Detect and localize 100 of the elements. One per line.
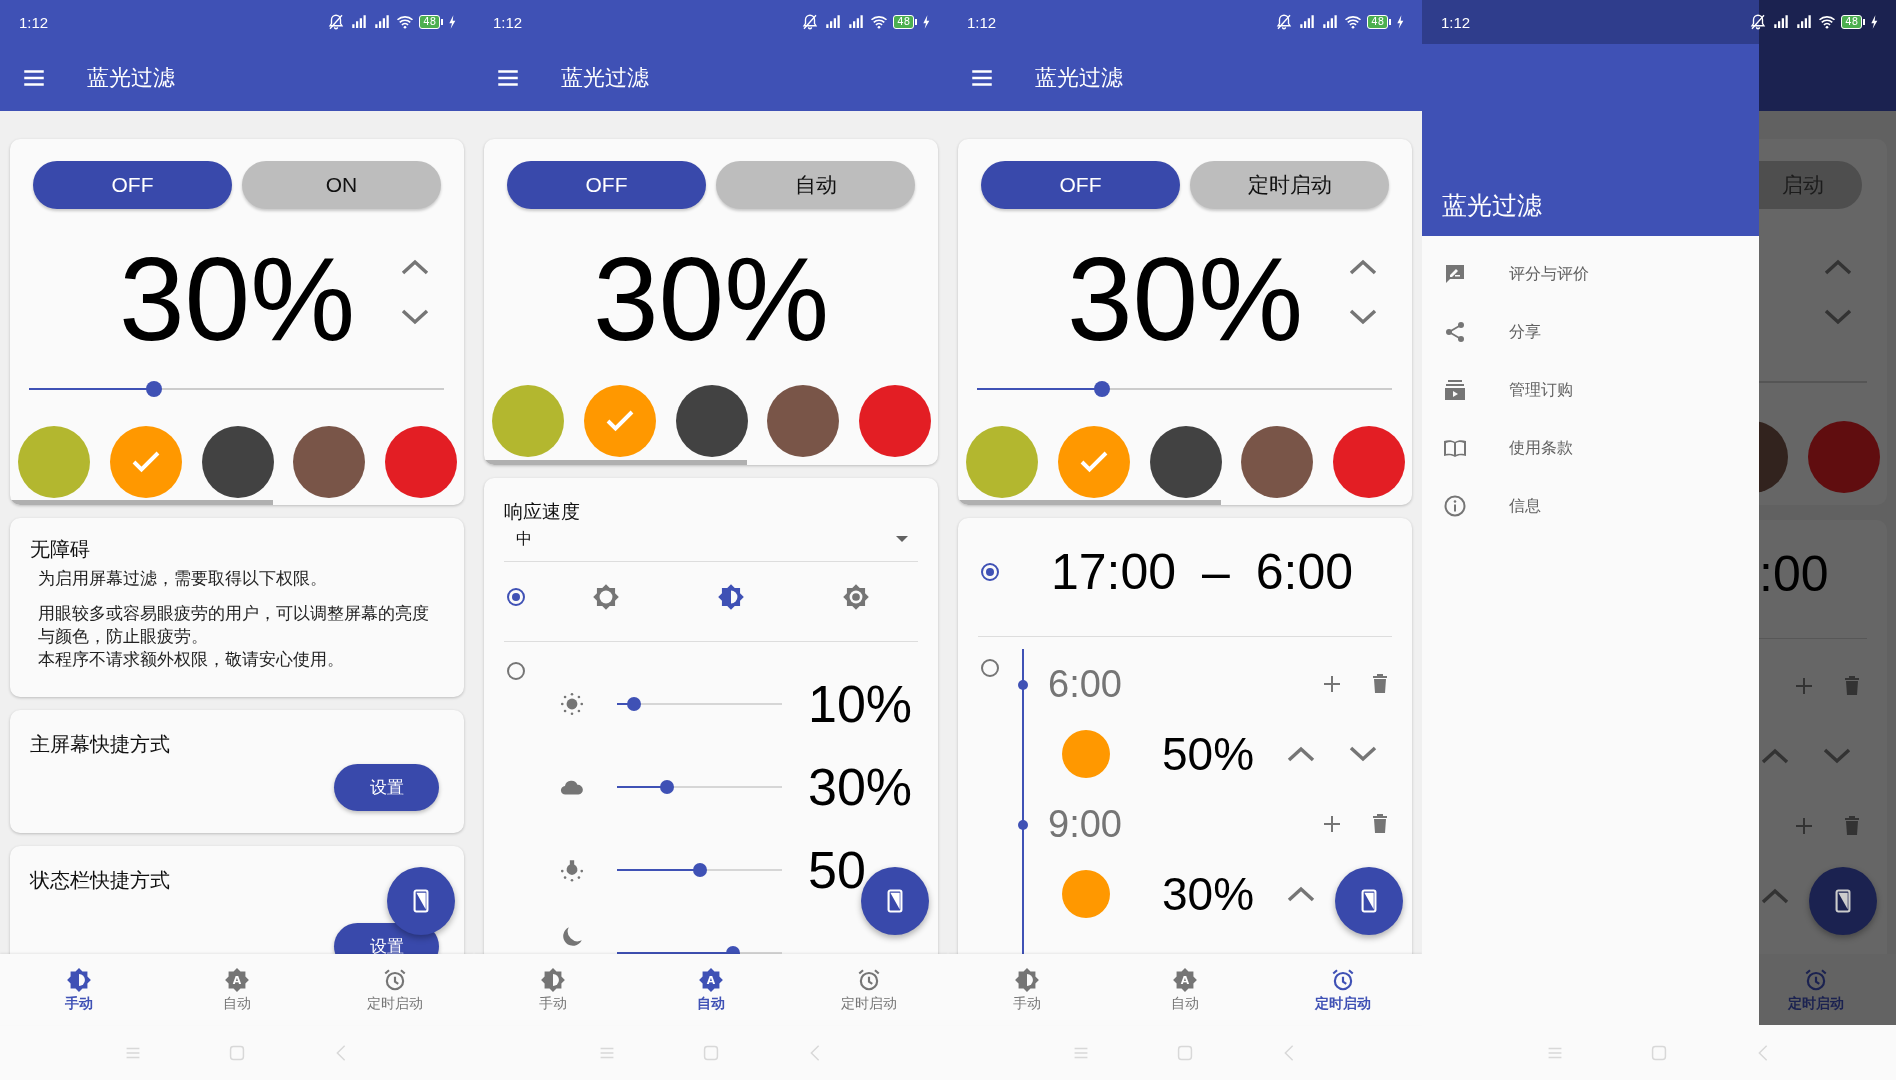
- app-title: 蓝光过滤: [87, 63, 175, 92]
- status-time: 1:12: [19, 13, 49, 31]
- slider-thumb[interactable]: [626, 696, 641, 711]
- mode-toggle-button[interactable]: OFF: [507, 161, 706, 209]
- chevron-down-icon[interactable]: [1348, 744, 1378, 764]
- slider-thumb[interactable]: [1093, 381, 1110, 397]
- entry-percent: 50%: [1162, 727, 1255, 781]
- percent-value: 30%: [1066, 240, 1304, 358]
- app-title: 蓝光过滤: [1035, 63, 1123, 92]
- radio-button[interactable]: [981, 659, 999, 677]
- status-time: 1:12: [493, 13, 523, 31]
- sun-icon: [559, 690, 585, 717]
- time-range: 17:00 – 6:00: [1051, 543, 1354, 601]
- chevron-up-icon: [1760, 746, 1790, 766]
- nav-tab[interactable]: 手动: [474, 954, 632, 1025]
- status-time: 1:12: [1441, 13, 1471, 31]
- chevron-up-icon[interactable]: [1286, 884, 1316, 904]
- chevron-up-icon: [1760, 886, 1790, 906]
- brightness-icon: A: [224, 966, 250, 993]
- signal-icon: [1795, 13, 1814, 31]
- chevron-down-icon[interactable]: [400, 307, 430, 327]
- chevron-up-icon: [1823, 257, 1853, 277]
- status-time: 1:12: [967, 13, 997, 31]
- mode-toggle-button[interactable]: ON: [242, 161, 441, 209]
- bell-muted-icon: [1749, 13, 1768, 31]
- nav-tab[interactable]: A 自动: [158, 954, 316, 1025]
- brightness-icon: [1014, 966, 1040, 993]
- wifi-icon: [1818, 13, 1837, 31]
- mode-toggle-button[interactable]: 定时启动: [1190, 161, 1389, 209]
- speed-dropdown[interactable]: 中: [504, 523, 918, 551]
- nav-tab[interactable]: 定时启动: [1264, 954, 1422, 1025]
- charging-icon: [448, 14, 456, 30]
- battery-level: 48: [1841, 15, 1862, 29]
- percent-value: 30%: [592, 240, 830, 358]
- nav-tab[interactable]: 手动: [948, 954, 1106, 1025]
- edit-comment-icon: [1443, 262, 1467, 286]
- signal-icon: [1321, 13, 1340, 31]
- wifi-icon: [870, 13, 889, 31]
- slider-thumb[interactable]: [692, 862, 707, 877]
- chevron-down-icon: [1823, 307, 1853, 327]
- drawer-menu-item[interactable]: 评分与评价: [1422, 245, 1759, 303]
- signal-icon: [350, 13, 369, 31]
- radio-button[interactable]: [981, 563, 999, 581]
- card-paragraph: 用眼较多或容易眼疲劳的用户，可以调整屏幕的亮度与颜色，防止眼疲劳。: [38, 603, 430, 648]
- nav-tab[interactable]: 定时启动: [790, 954, 948, 1025]
- drawer-menu-item[interactable]: 使用条款: [1422, 419, 1759, 477]
- chevron-up-icon[interactable]: [1348, 257, 1378, 277]
- card-paragraph: 本程序不请求额外权限，敬请安心使用。: [38, 649, 345, 671]
- wifi-icon: [1344, 13, 1363, 31]
- radio-button[interactable]: [507, 587, 525, 606]
- chevron-up-icon[interactable]: [400, 257, 430, 277]
- share-icon: [1443, 320, 1467, 344]
- brightness-icon[interactable]: [592, 582, 621, 611]
- entry-percent: 30%: [1162, 867, 1255, 921]
- charging-icon: [1396, 14, 1404, 30]
- card-title: 主屏幕快捷方式: [30, 731, 171, 757]
- charging-icon: [922, 14, 930, 30]
- slider-thumb[interactable]: [659, 779, 674, 794]
- chevron-up-icon[interactable]: [1286, 744, 1316, 764]
- nav-tab[interactable]: A 自动: [632, 954, 790, 1025]
- nav-tab-label: 定时启动: [1788, 994, 1844, 1013]
- mode-toggle-button[interactable]: OFF: [33, 161, 232, 209]
- entry-time[interactable]: 9:00: [1048, 802, 1122, 846]
- app-title: 蓝光过滤: [561, 63, 649, 92]
- nav-tab[interactable]: 手动: [0, 954, 158, 1025]
- brightness-icon: A: [698, 966, 724, 993]
- bell-muted-icon: [327, 13, 346, 31]
- settings-button[interactable]: 设置: [334, 764, 439, 811]
- brightness-icon[interactable]: [841, 582, 870, 611]
- signal-icon: [847, 13, 866, 31]
- color-dot[interactable]: [1062, 870, 1110, 918]
- charging-icon: [1870, 14, 1878, 30]
- card-title: 无障碍: [30, 536, 91, 562]
- entry-time[interactable]: 6:00: [1048, 662, 1122, 706]
- battery-level: 48: [1367, 15, 1388, 29]
- play-stack-icon: [1443, 378, 1467, 402]
- radio-button[interactable]: [507, 662, 525, 680]
- drawer-title: 蓝光过滤: [1442, 190, 1542, 222]
- signal-icon: [1298, 13, 1317, 31]
- card-paragraph: 为启用屏幕过滤，需要取得以下权限。: [38, 568, 328, 590]
- drawer-menu-item[interactable]: 信息: [1422, 477, 1759, 535]
- drawer-menu-item[interactable]: 管理订购: [1422, 361, 1759, 419]
- chevron-down-icon[interactable]: [1348, 307, 1378, 327]
- card-title: 状态栏快捷方式: [30, 867, 171, 893]
- percent-value: 30%: [118, 240, 356, 358]
- nav-tab[interactable]: A 自动: [1106, 954, 1264, 1025]
- battery-level: 48: [419, 15, 440, 29]
- brightness-half-icon[interactable]: [717, 582, 745, 611]
- level-reading: 10%: [808, 677, 914, 730]
- nav-tab[interactable]: 定时启动: [316, 954, 474, 1025]
- brightness-icon: [540, 966, 566, 993]
- bell-muted-icon: [801, 13, 820, 31]
- mode-toggle-button[interactable]: 自动: [716, 161, 915, 209]
- mode-toggle-button[interactable]: OFF: [981, 161, 1180, 209]
- signal-icon: [373, 13, 392, 31]
- level-reading: 50: [808, 843, 867, 896]
- drawer-menu-item[interactable]: 分享: [1422, 303, 1759, 361]
- color-dot[interactable]: [1062, 730, 1110, 778]
- slider-thumb[interactable]: [145, 381, 162, 397]
- battery-level: 48: [893, 15, 914, 29]
